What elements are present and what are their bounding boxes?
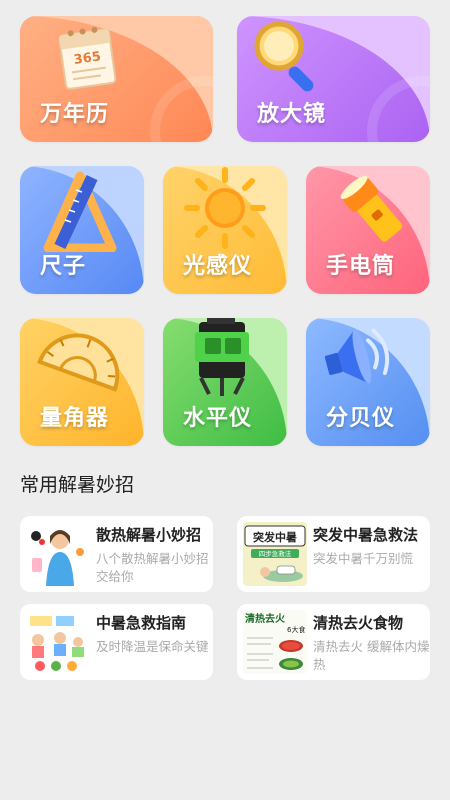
article-desc: 突发中暑千万别慌 bbox=[313, 551, 414, 566]
thumbnail-subheading: 四步急救法 bbox=[259, 549, 292, 558]
article-desc: 八个散热解暑小妙招交给你 bbox=[96, 551, 209, 584]
tile-label: 水平仪 bbox=[183, 406, 253, 431]
tile-decibel[interactable]: 分贝仪 bbox=[306, 318, 430, 446]
calendar-icon: 365 bbox=[56, 22, 120, 90]
ruler-icon bbox=[40, 168, 120, 253]
thumbnail-heading: 突发中暑 bbox=[253, 530, 297, 544]
article-card[interactable]: 清热去火 6大食 清热去火食物 清热去火 缓解体内燥热 bbox=[237, 604, 430, 680]
article-thumbnail bbox=[26, 610, 90, 674]
tile-label: 尺子 bbox=[40, 254, 87, 279]
tile-level[interactable]: 水平仪 bbox=[163, 318, 287, 446]
speaker-icon bbox=[316, 320, 400, 396]
thumbnail-heading: 清热去火 bbox=[245, 612, 286, 625]
article-desc: 清热去火 缓解体内燥热 bbox=[313, 639, 430, 672]
tile-flashlight[interactable]: 手电筒 bbox=[306, 166, 430, 294]
section-title: 常用解暑妙招 bbox=[20, 474, 135, 496]
tile-label: 放大镜 bbox=[257, 102, 327, 127]
tile-protractor[interactable]: 量角器 bbox=[20, 318, 144, 446]
flashlight-icon bbox=[330, 168, 410, 248]
article-thumbnail: 突发中暑 四步急救法 bbox=[243, 522, 307, 586]
tile-label: 手电筒 bbox=[326, 254, 396, 279]
article-title: 清热去火食物 bbox=[313, 614, 404, 632]
article-card[interactable]: 散热解暑小妙招 八个散热解暑小妙招交给你 bbox=[20, 516, 213, 592]
article-thumbnail: 清热去火 6大食 bbox=[243, 610, 307, 674]
tile-light-sensor[interactable]: 光感仪 bbox=[163, 166, 287, 294]
tile-calendar[interactable]: 365 万年历 bbox=[20, 16, 213, 142]
article-card[interactable]: 突发中暑 四步急救法 突发中暑急救法 突发中暑千万别慌 bbox=[237, 516, 430, 592]
tile-label: 光感仪 bbox=[183, 254, 253, 279]
article-title: 突发中暑急救法 bbox=[313, 526, 419, 544]
tile-label: 分贝仪 bbox=[326, 406, 396, 431]
article-thumbnail bbox=[26, 522, 90, 586]
article-title: 散热解暑小妙招 bbox=[96, 526, 202, 544]
magnifier-icon bbox=[249, 20, 329, 100]
tile-magnifier[interactable]: 放大镜 bbox=[237, 16, 430, 142]
tile-label: 量角器 bbox=[40, 406, 110, 431]
thumbnail-subheading: 6大食 bbox=[287, 625, 305, 634]
tile-ruler[interactable]: 尺子 bbox=[20, 166, 144, 294]
article-desc: 及时降温是保命关键 bbox=[96, 639, 209, 654]
laser-level-icon bbox=[179, 318, 263, 398]
article-title: 中暑急救指南 bbox=[96, 614, 187, 632]
tile-label: 万年历 bbox=[40, 102, 110, 127]
protractor-icon bbox=[30, 318, 130, 398]
sun-icon bbox=[183, 166, 267, 250]
article-card[interactable]: 中暑急救指南 及时降温是保命关键 bbox=[20, 604, 213, 680]
